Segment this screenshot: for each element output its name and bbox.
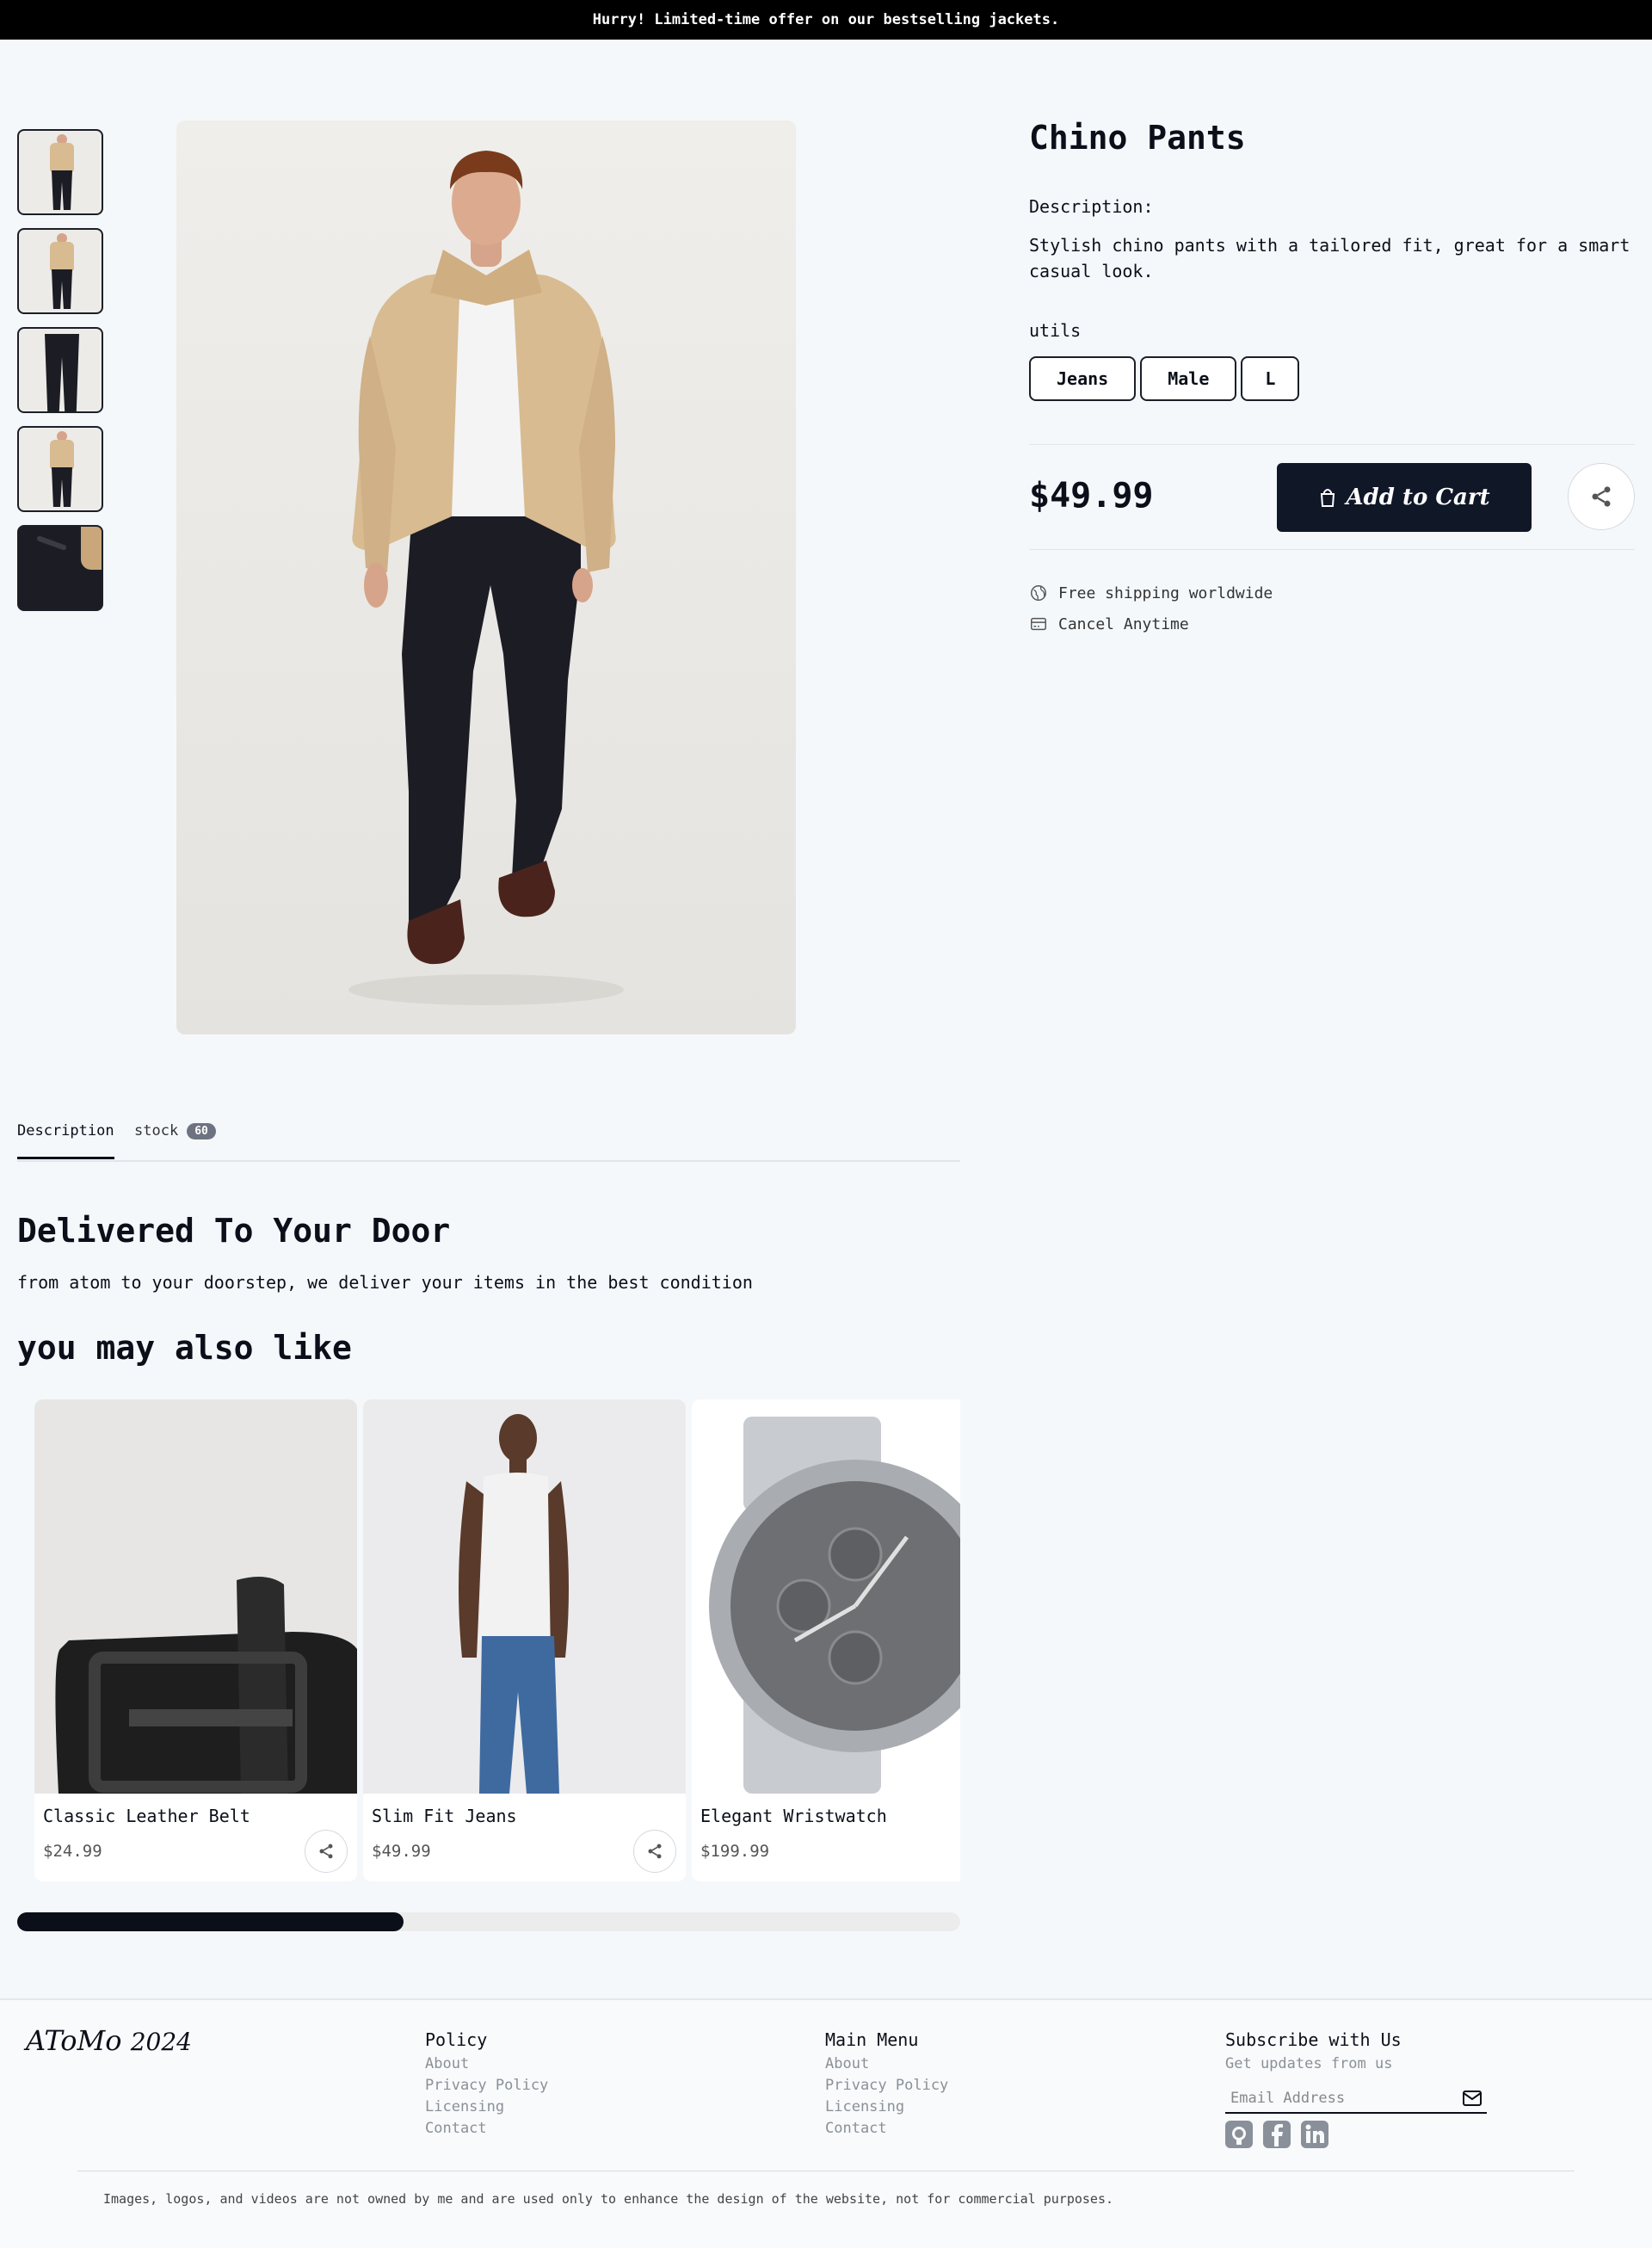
logo-text: AToMo [26, 2024, 122, 2057]
thumbnail-3[interactable] [17, 327, 103, 413]
tag-chip[interactable]: Jeans [1029, 356, 1137, 401]
share-icon [648, 1843, 662, 1859]
tag-chip[interactable]: Male [1140, 356, 1237, 401]
announcement-bar: Hurry! Limited-time offer on our bestsel… [0, 0, 1652, 40]
add-to-cart-button[interactable]: Add to Cart [1277, 463, 1532, 532]
product-title: Chino Pants [1029, 119, 1246, 157]
product-main-image [176, 120, 796, 1034]
utils-label: utils [1029, 320, 1082, 341]
product-card-image [692, 1399, 960, 1794]
related-carousel: Classic Leather Belt $24.99 Slim Fit Jea… [34, 1399, 960, 1881]
footer-link-contact[interactable]: Contact [825, 2118, 948, 2140]
email-field[interactable]: Email Address [1225, 2084, 1487, 2114]
footer-subscribe-column: Subscribe with Us Get updates from us [1225, 2029, 1402, 2075]
footer-policy-column: Policy About Privacy Policy Licensing Co… [425, 2029, 548, 2140]
social-links [1225, 2121, 1328, 2148]
footer-logo[interactable]: AToMo 2024 [26, 2024, 192, 2057]
product-card-price: $24.99 [43, 1842, 102, 1861]
product-card-name: Classic Leather Belt [43, 1806, 250, 1826]
footer: AToMo 2024 Policy About Privacy Policy L… [0, 1998, 1652, 2248]
facebook-icon[interactable] [1263, 2121, 1291, 2148]
product-card[interactable]: Slim Fit Jeans $49.99 [363, 1399, 686, 1881]
thumbnail-2[interactable] [17, 228, 103, 314]
bag-icon [1321, 489, 1335, 507]
footer-link-about[interactable]: About [825, 2053, 948, 2075]
thumbnail-4[interactable] [17, 426, 103, 512]
feature-shipping: Free shipping worldwide [1029, 584, 1273, 602]
tab-stock-label: stock [134, 1122, 179, 1139]
subscribe-title: Subscribe with Us [1225, 2029, 1402, 2050]
product-card-price: $199.99 [700, 1842, 770, 1861]
carousel-scrollbar-thumb[interactable] [17, 1912, 404, 1931]
jeans-model-illustration [459, 1414, 569, 1794]
model-illustration [348, 151, 624, 1005]
product-card-name: Elegant Wristwatch [700, 1806, 887, 1826]
tab-stock[interactable]: stock 60 [134, 1122, 216, 1139]
thumbnail-5[interactable] [17, 525, 103, 611]
footer-column-title: Main Menu [825, 2029, 919, 2050]
add-to-cart-label: Add to Cart [1346, 485, 1490, 510]
footer-menu-column: Main Menu About Privacy Policy Licensing… [825, 2029, 948, 2140]
globe-icon [1031, 585, 1046, 601]
thumbnail-list [17, 129, 103, 611]
footer-column-title: Policy [425, 2029, 488, 2050]
related-title: you may also like [17, 1329, 352, 1367]
product-card[interactable]: Elegant Wristwatch $199.99 [692, 1399, 960, 1881]
divider [1029, 444, 1635, 445]
product-card-price: $49.99 [372, 1842, 431, 1861]
footer-link-licensing[interactable]: Licensing [825, 2097, 948, 2118]
delivery-text: from atom to your doorstep, we deliver y… [17, 1272, 753, 1293]
logo-year: 2024 [130, 2028, 192, 2056]
card-share-button[interactable] [633, 1830, 676, 1873]
feature-text: Free shipping worldwide [1058, 584, 1273, 602]
share-icon [319, 1843, 333, 1859]
tag-list: Jeans Male L [1029, 356, 1300, 401]
footer-link-privacy[interactable]: Privacy Policy [825, 2075, 948, 2097]
share-icon [1592, 486, 1611, 507]
product-card[interactable]: Classic Leather Belt $24.99 [34, 1399, 357, 1881]
mail-icon[interactable] [1463, 2091, 1482, 2106]
linkedin-icon[interactable] [1301, 2121, 1328, 2148]
tab-description[interactable]: Description [17, 1122, 114, 1159]
footer-link-privacy[interactable]: Privacy Policy [425, 2075, 548, 2097]
share-button[interactable] [1568, 463, 1635, 530]
github-icon[interactable] [1225, 2121, 1253, 2148]
product-card-name: Slim Fit Jeans [372, 1806, 517, 1826]
stock-count-badge: 60 [187, 1122, 216, 1139]
thumbnail-1[interactable] [17, 129, 103, 215]
announcement-text: Hurry! Limited-time offer on our bestsel… [592, 11, 1060, 28]
subscribe-subtitle: Get updates from us [1225, 2055, 1393, 2072]
product-card-image [363, 1399, 686, 1794]
footer-disclaimer: Images, logos, and videos are not owned … [103, 2191, 1113, 2207]
footer-link-licensing[interactable]: Licensing [425, 2097, 548, 2118]
card-share-button[interactable] [305, 1830, 348, 1873]
feature-text: Cancel Anytime [1058, 614, 1189, 633]
info-tabs: Description stock 60 [17, 1119, 960, 1162]
belt-illustration [55, 1577, 357, 1794]
product-price: $49.99 [1029, 476, 1154, 516]
divider [1029, 549, 1635, 550]
delivery-title: Delivered To Your Door [17, 1212, 451, 1250]
product-card-image [34, 1399, 357, 1794]
feature-cancel: Cancel Anytime [1029, 614, 1189, 633]
footer-link-contact[interactable]: Contact [425, 2118, 548, 2140]
carousel-scrollbar[interactable] [17, 1912, 960, 1931]
email-placeholder: Email Address [1230, 2090, 1346, 2107]
watch-illustration [709, 1417, 960, 1794]
footer-link-about[interactable]: About [425, 2053, 548, 2075]
tag-chip[interactable]: L [1241, 356, 1300, 401]
card-icon [1031, 617, 1046, 631]
product-description: Stylish chino pants with a tailored fit,… [1029, 235, 1630, 281]
description-label: Description: [1029, 196, 1154, 217]
